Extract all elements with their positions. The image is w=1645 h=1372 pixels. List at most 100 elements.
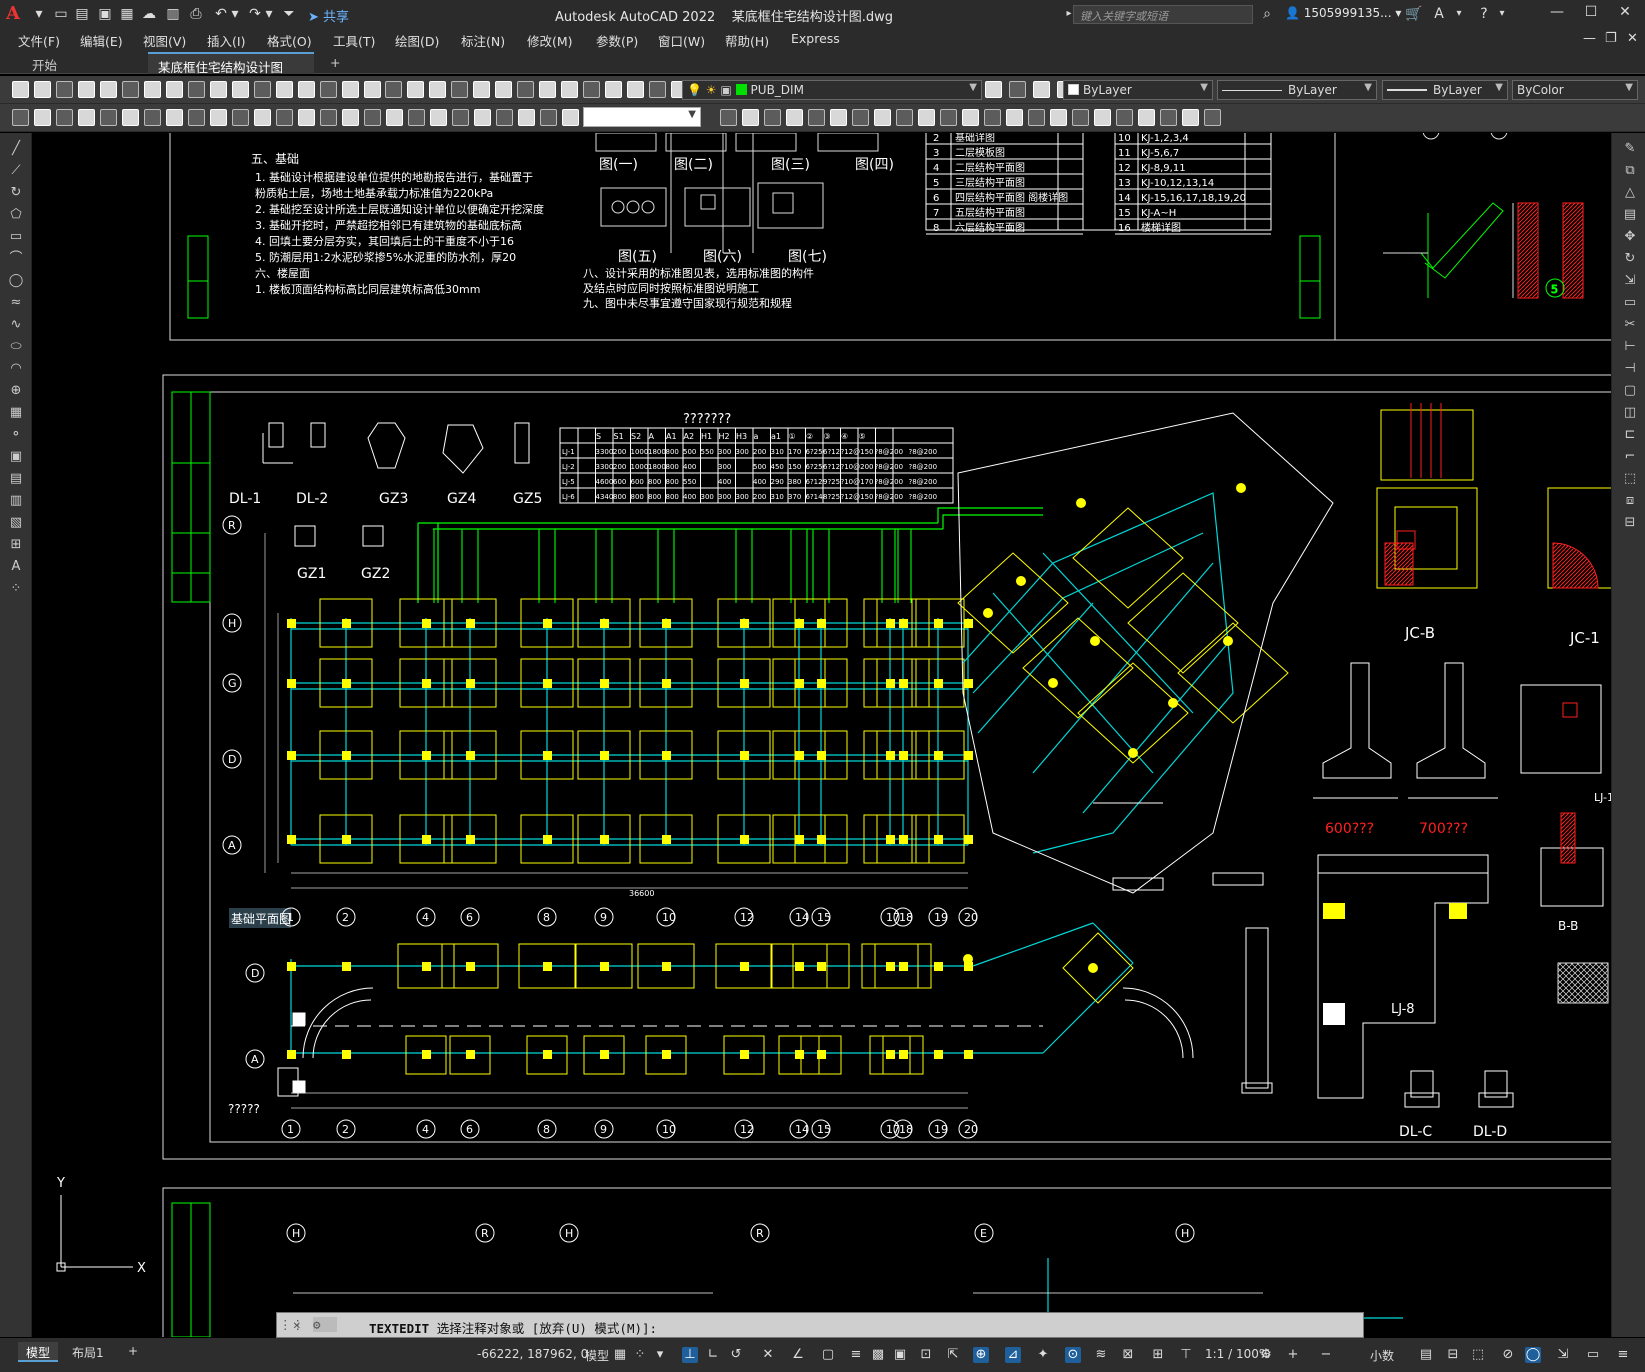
save-icon[interactable]: ▣ bbox=[96, 5, 114, 23]
draw-tool-icon-11[interactable]: ⊕ bbox=[8, 383, 24, 398]
tb2-tool-icon-10[interactable] bbox=[232, 109, 249, 126]
undo-dropdown-icon[interactable]: ▾ bbox=[226, 5, 244, 23]
tb1-tool-icon-15[interactable] bbox=[342, 81, 359, 98]
units-dropdown[interactable]: 小数 bbox=[1370, 1347, 1394, 1364]
tb2-tool-icon-34[interactable] bbox=[896, 109, 913, 126]
tb2-tool-icon-45[interactable] bbox=[1138, 109, 1155, 126]
modify-tool-icon-11[interactable]: ▢ bbox=[1622, 383, 1638, 398]
modify-tool-icon-17[interactable]: ⊟ bbox=[1622, 515, 1638, 530]
draw-tool-icon-4[interactable]: ▭ bbox=[8, 229, 24, 244]
tb1-tool-icon-6[interactable] bbox=[144, 81, 161, 98]
status-right-icon-10[interactable]: ≡ bbox=[1615, 1347, 1631, 1363]
command-line[interactable]: ⋮⋮ ✕ ⚙ TEXTEDIT 选择注释对象或 [放弃(U) 模式(M)]: bbox=[276, 1312, 1364, 1338]
modify-tool-icon-7[interactable]: ▭ bbox=[1622, 295, 1638, 310]
menu-format[interactable]: 格式(O) bbox=[267, 31, 312, 50]
tb2-tool-icon-19[interactable] bbox=[430, 109, 447, 126]
cloud-icon[interactable]: ☁ bbox=[140, 5, 158, 23]
tb2-tool-icon-47[interactable] bbox=[1182, 109, 1199, 126]
tb1-tool-icon-3[interactable] bbox=[78, 81, 95, 98]
draw-tool-icon-10[interactable]: ◠ bbox=[8, 361, 24, 376]
status-right-icon-8[interactable]: ⇲ bbox=[1555, 1347, 1571, 1363]
tb1-tool-icon-25[interactable] bbox=[561, 81, 578, 98]
tb2-tool-icon-24[interactable] bbox=[540, 109, 557, 126]
new-file-icon[interactable]: ▭ bbox=[52, 5, 70, 23]
status-toggle-icon-3[interactable]: ⊥ bbox=[682, 1347, 698, 1363]
search-icon[interactable]: ⌕ bbox=[1258, 5, 1276, 23]
status-toggle-icon-19[interactable]: ⊠ bbox=[1120, 1347, 1136, 1363]
draw-tool-icon-15[interactable]: ▤ bbox=[8, 471, 24, 486]
tb2-tool-icon-44[interactable] bbox=[1116, 109, 1133, 126]
color-dropdown[interactable]: ByLayer ▼ bbox=[1063, 80, 1213, 100]
save-as-icon[interactable]: ▦ bbox=[118, 5, 136, 23]
tb1-tool-icon-32[interactable] bbox=[1009, 81, 1026, 98]
modify-tool-icon-2[interactable]: △ bbox=[1622, 185, 1638, 200]
tb1-tool-icon-22[interactable] bbox=[495, 81, 512, 98]
status-right-icon-4[interactable]: ⊟ bbox=[1445, 1347, 1461, 1363]
modify-tool-icon-14[interactable]: ⌐ bbox=[1622, 449, 1638, 464]
status-toggle-icon-17[interactable]: ⊙ bbox=[1065, 1347, 1081, 1363]
tb2-tool-icon-39[interactable] bbox=[1006, 109, 1023, 126]
command-line-customize-icon[interactable]: ⚙ bbox=[313, 1317, 337, 1332]
help-dropdown-icon[interactable]: ▾ bbox=[1493, 5, 1511, 23]
modify-tool-icon-0[interactable]: ✎ bbox=[1622, 141, 1638, 156]
status-toggle-icon-5[interactable]: ↺ bbox=[728, 1347, 744, 1363]
tb2-tool-icon-11[interactable] bbox=[254, 109, 271, 126]
menu-edit[interactable]: 编辑(E) bbox=[80, 31, 123, 50]
tb2-tool-icon-18[interactable] bbox=[408, 109, 425, 126]
cad-drawing[interactable]: 五、基础 1. 基础设计根据建设单位提供的地勘报告进行，基础置于 粉质粘土层，场… bbox=[33, 133, 1611, 1337]
new-tab-button[interactable]: + bbox=[320, 52, 348, 74]
tb1-tool-icon-0[interactable] bbox=[12, 81, 29, 98]
help-icon[interactable]: ? bbox=[1475, 5, 1493, 23]
tb2-tool-icon-35[interactable] bbox=[918, 109, 935, 126]
status-toggle-icon-11[interactable]: ▣ bbox=[892, 1347, 908, 1363]
dimstyle-dropdown[interactable]: ▼ bbox=[583, 107, 701, 127]
tb1-tool-icon-29[interactable] bbox=[649, 81, 666, 98]
tb1-tool-icon-5[interactable] bbox=[122, 81, 139, 98]
menu-help[interactable]: 帮助(H) bbox=[725, 31, 769, 50]
tb2-tool-icon-46[interactable] bbox=[1160, 109, 1177, 126]
tb1-tool-icon-7[interactable] bbox=[166, 81, 183, 98]
autodesk-app-dropdown-icon[interactable]: ▾ bbox=[1450, 5, 1468, 23]
tab-layout1[interactable]: 布局1 bbox=[64, 1342, 112, 1362]
draw-tool-icon-6[interactable]: ◯ bbox=[8, 273, 24, 288]
print-icon[interactable]: ⎙ bbox=[187, 5, 205, 23]
draw-tool-icon-1[interactable]: ⟋ bbox=[8, 163, 24, 178]
modify-tool-icon-16[interactable]: ⧈ bbox=[1622, 493, 1638, 508]
linetype-dropdown[interactable]: ByLayer ▼ bbox=[1217, 80, 1377, 100]
menu-modify[interactable]: 修改(M) bbox=[527, 31, 573, 50]
status-toggle-icon-4[interactable]: ∟ bbox=[705, 1347, 721, 1363]
tb2-tool-icon-13[interactable] bbox=[298, 109, 315, 126]
tb2-tool-icon-36[interactable] bbox=[940, 109, 957, 126]
command-options[interactable]: [放弃(U) 模式(M)]: bbox=[532, 1321, 657, 1336]
tb2-tool-icon-17[interactable] bbox=[386, 109, 403, 126]
tb2-tool-icon-6[interactable] bbox=[144, 109, 161, 126]
tb2-tool-icon-0[interactable] bbox=[12, 109, 29, 126]
model-space-toggle[interactable]: 模型 bbox=[585, 1347, 609, 1364]
share-file-icon[interactable]: ▥ bbox=[164, 5, 182, 23]
draw-tool-icon-7[interactable]: ≈ bbox=[8, 295, 24, 310]
tb1-tool-icon-11[interactable] bbox=[254, 81, 271, 98]
maximize-icon[interactable]: ☐ bbox=[1580, 4, 1602, 24]
modify-tool-icon-6[interactable]: ⇲ bbox=[1622, 273, 1638, 288]
status-toggle-icon-0[interactable]: ▦ bbox=[612, 1347, 628, 1363]
status-toggle-icon-1[interactable]: ⁘ bbox=[632, 1347, 648, 1363]
menu-draw[interactable]: 绘图(D) bbox=[395, 31, 439, 50]
search-input[interactable]: 键入关键字或短语 bbox=[1073, 5, 1253, 24]
coordinates-readout[interactable]: -66222, 187962, 0 bbox=[477, 1347, 588, 1361]
tb2-tool-icon-30[interactable] bbox=[808, 109, 825, 126]
tb2-tool-icon-5[interactable] bbox=[122, 109, 139, 126]
draw-tool-icon-0[interactable]: ╱ bbox=[8, 141, 24, 156]
menu-view[interactable]: 视图(V) bbox=[143, 31, 186, 50]
tb1-tool-icon-4[interactable] bbox=[100, 81, 117, 98]
status-toggle-icon-6[interactable]: ✕ bbox=[760, 1347, 776, 1363]
tb2-tool-icon-28[interactable] bbox=[764, 109, 781, 126]
tb2-tool-icon-33[interactable] bbox=[874, 109, 891, 126]
tb2-tool-icon-3[interactable] bbox=[78, 109, 95, 126]
tb2-tool-icon-41[interactable] bbox=[1050, 109, 1067, 126]
minimize-icon[interactable]: — bbox=[1546, 4, 1568, 24]
tb1-tool-icon-8[interactable] bbox=[188, 81, 205, 98]
tb2-tool-icon-23[interactable] bbox=[518, 109, 535, 126]
tab-drawing[interactable]: 某底框住宅结构设计图*✕ bbox=[148, 52, 314, 91]
modify-tool-icon-9[interactable]: ⊢ bbox=[1622, 339, 1638, 354]
tb1-tool-icon-1[interactable] bbox=[34, 81, 51, 98]
